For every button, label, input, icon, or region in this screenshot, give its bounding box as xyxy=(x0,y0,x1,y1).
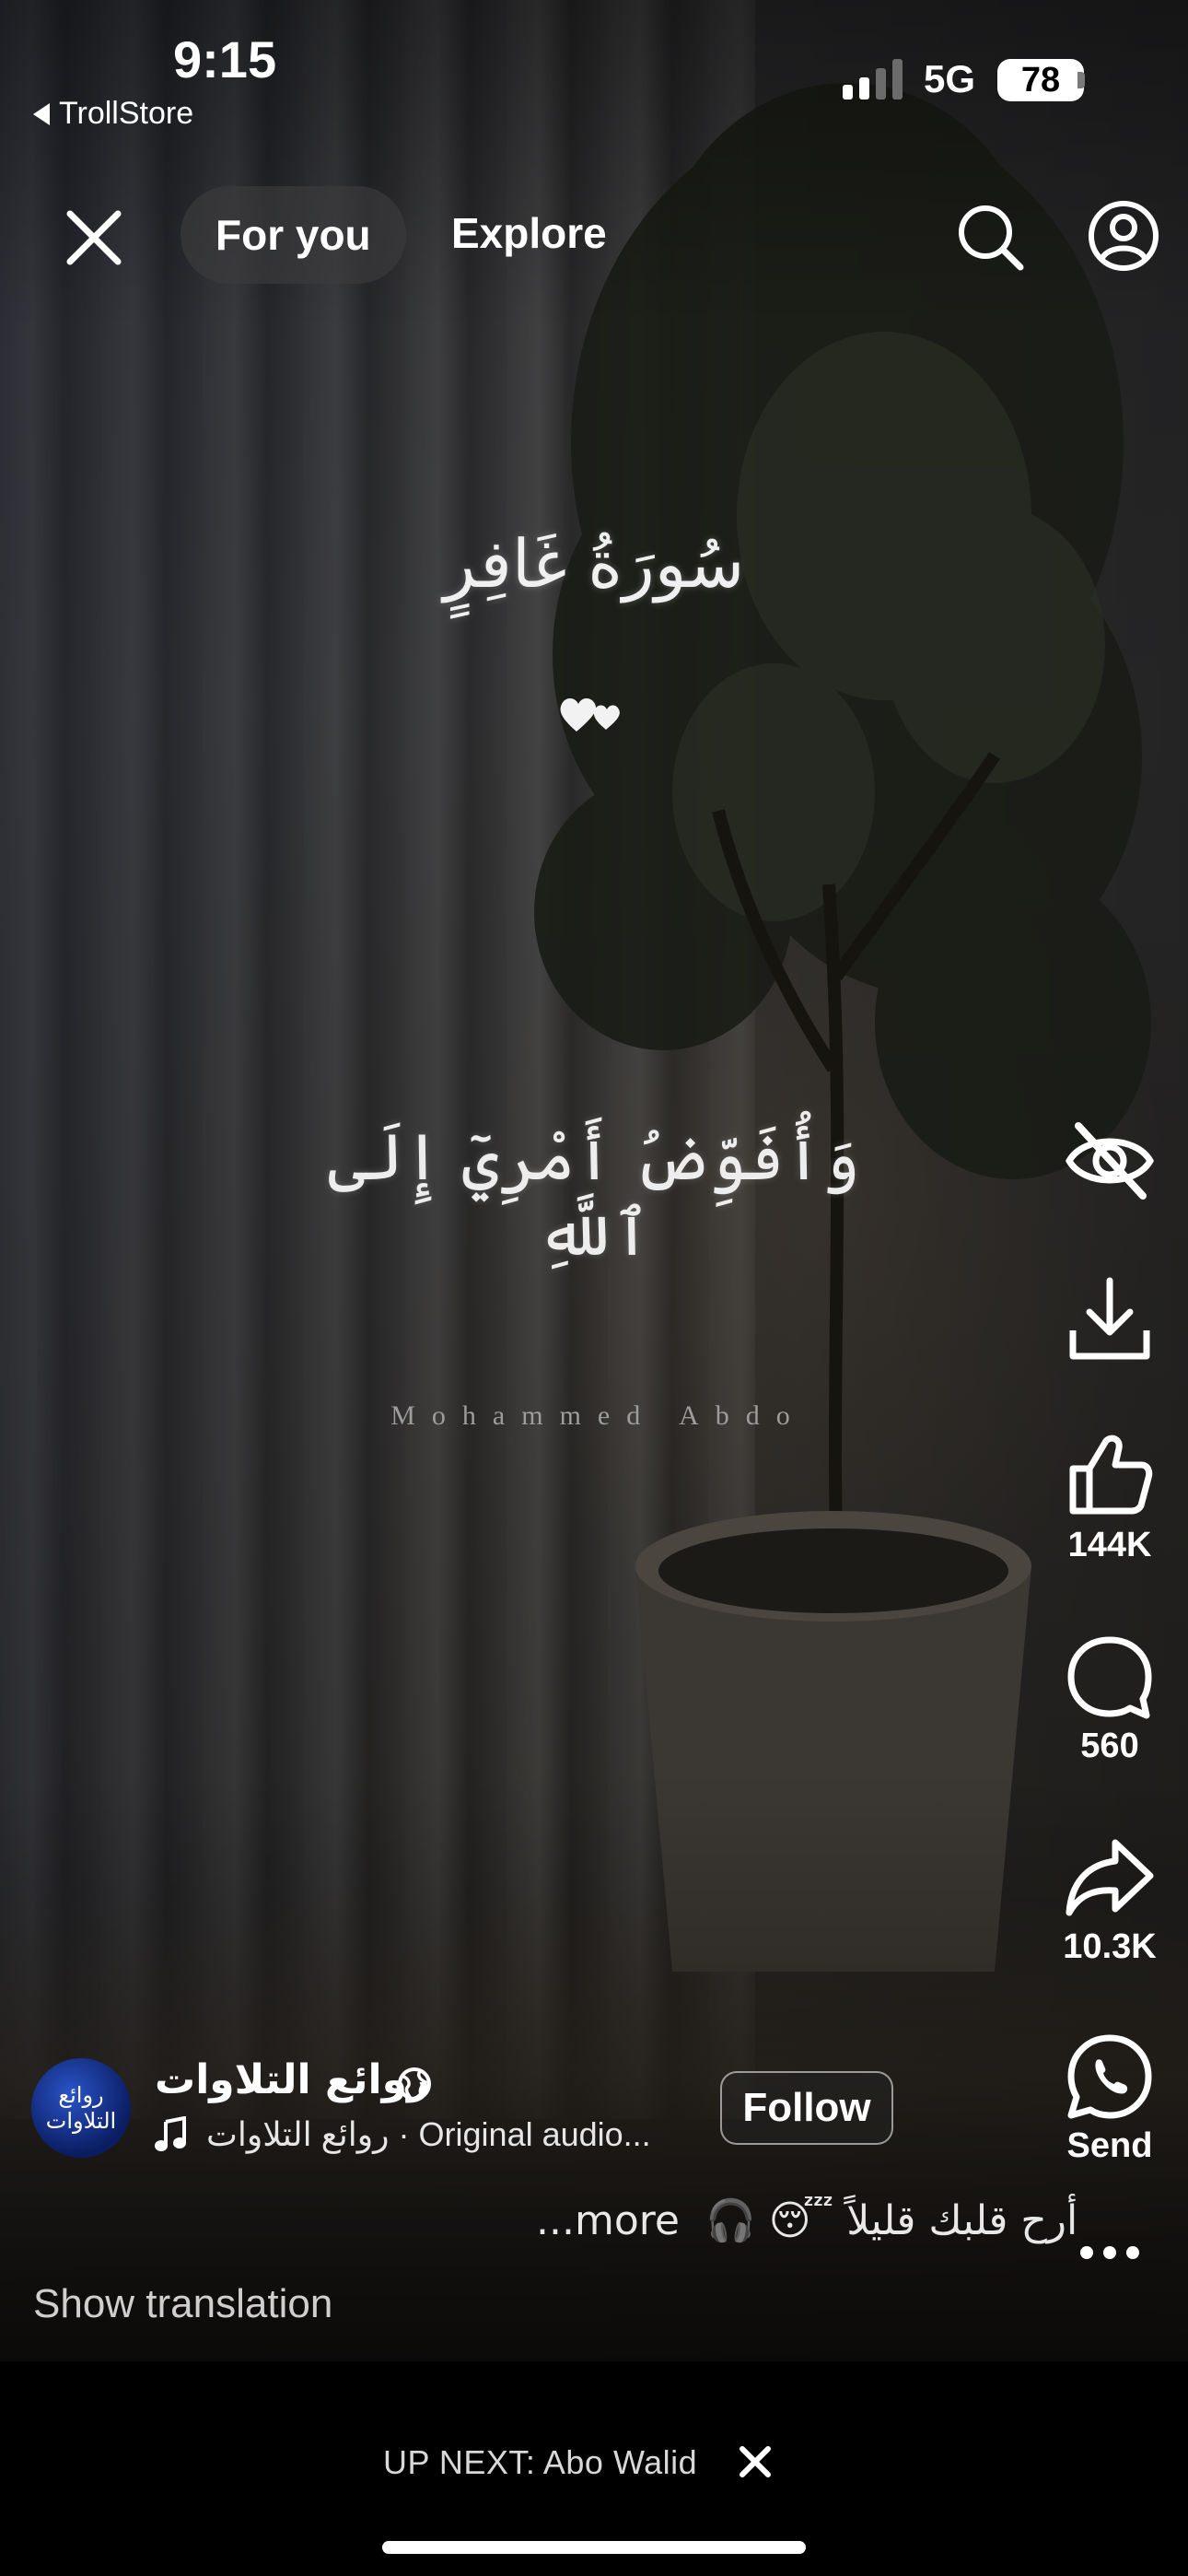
back-to-app-link[interactable]: TrollStore xyxy=(33,96,193,132)
caption-text[interactable]: أرح قلبك قليلاً 😴 🎧 more... xyxy=(536,2196,1077,2244)
video-player[interactable]: سُورَةُ غَافِرٍ وَأُفَوِّضُ أَمْرِيٓ إِل… xyxy=(0,0,1188,2361)
globe-icon xyxy=(398,2067,431,2101)
share-icon[interactable] xyxy=(1064,1833,1156,1926)
search-icon[interactable] xyxy=(954,201,1026,273)
tab-explore[interactable]: Explore xyxy=(451,208,607,258)
signal-strength-icon xyxy=(843,59,903,100)
up-next-label[interactable]: UP NEXT: Abo Walid xyxy=(383,2443,697,2482)
eye-slash-icon[interactable] xyxy=(1064,1115,1156,1207)
caption-body: أرح قلبك قليلاً 😴 🎧 xyxy=(705,2197,1078,2244)
verse-text-overlay: وَأُفَوِّضُ أَمْرِيٓ إِلَى ٱللَّهِ xyxy=(328,1119,860,1270)
send-label[interactable]: Send xyxy=(1041,2126,1179,2166)
audio-info[interactable]: روائع التلاوات · Original audio... xyxy=(155,2115,651,2154)
battery-indicator: 78 xyxy=(997,59,1084,101)
comment-icon[interactable] xyxy=(1064,1631,1156,1723)
likes-count: 144K xyxy=(1067,1526,1152,1564)
up-next-close-icon[interactable] xyxy=(737,2443,774,2480)
surah-title-overlay: سُورَةُ غَافِرٍ xyxy=(443,525,745,603)
back-app-label: TrollStore xyxy=(59,96,194,131)
follow-button[interactable]: Follow xyxy=(720,2071,893,2145)
like-icon[interactable] xyxy=(1064,1428,1156,1520)
network-type: 5G xyxy=(924,57,976,100)
whatsapp-icon[interactable] xyxy=(1064,2031,1156,2123)
back-arrow-icon xyxy=(33,102,50,125)
download-icon[interactable] xyxy=(1064,1273,1156,1365)
music-note-icon xyxy=(155,2116,186,2151)
creator-avatar[interactable]: روائع التلاوات xyxy=(31,2058,131,2158)
shares-count: 10.3K xyxy=(1063,1927,1157,1966)
tab-for-you[interactable]: For you xyxy=(181,186,406,284)
battery-cap xyxy=(1077,72,1085,88)
profile-icon[interactable] xyxy=(1087,199,1160,273)
more-link[interactable]: more... xyxy=(536,2197,680,2244)
show-translation-link[interactable]: Show translation xyxy=(33,2281,332,2327)
close-icon[interactable] xyxy=(61,205,127,271)
status-time: 9:15 xyxy=(173,30,277,88)
comments-count: 560 xyxy=(1080,1727,1139,1765)
more-options-icon[interactable] xyxy=(1077,2239,1142,2266)
reciter-name-overlay: Mohammed Abdo xyxy=(390,1400,807,1431)
home-indicator[interactable] xyxy=(382,2541,806,2554)
audio-label: روائع التلاوات · Original audio... xyxy=(206,2115,651,2153)
creator-username[interactable]: روائع التلاوات xyxy=(155,2056,430,2103)
hearts-icon xyxy=(560,698,620,732)
